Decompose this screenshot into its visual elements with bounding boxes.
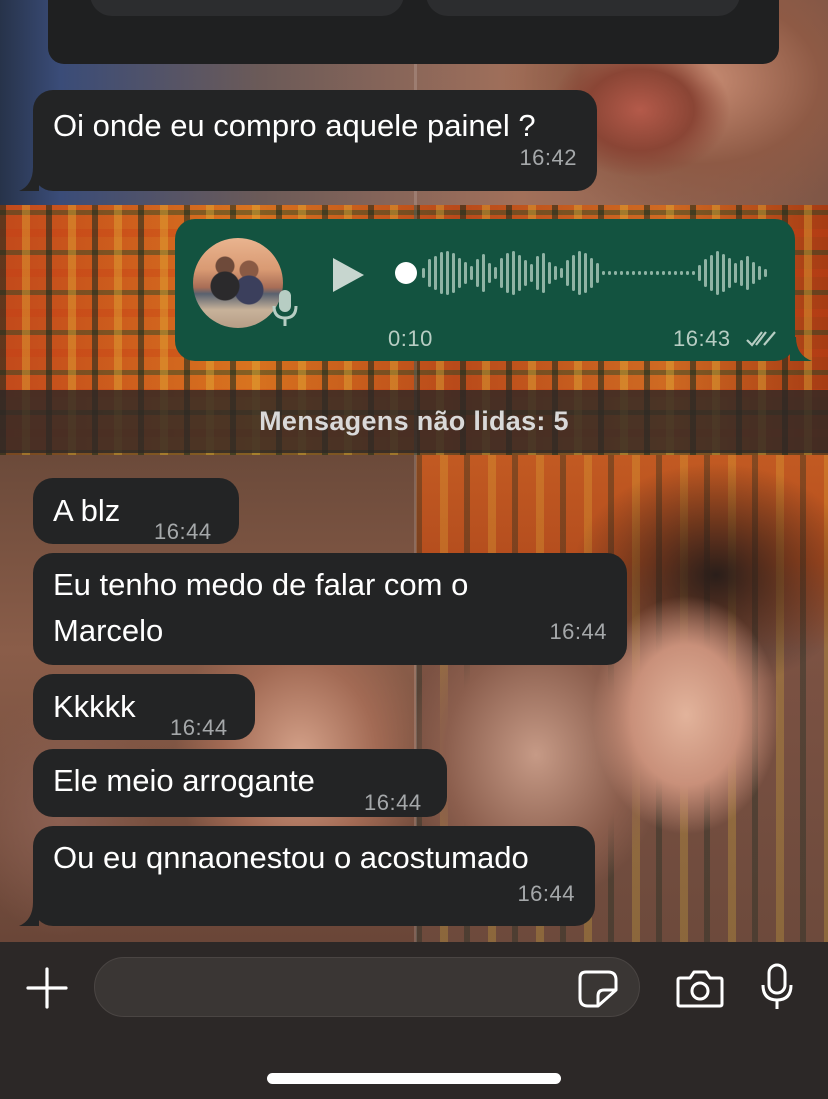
waveform-bar: [500, 258, 503, 288]
waveform-bar: [704, 259, 707, 287]
waveform-bar: [590, 258, 593, 288]
waveform-bar: [752, 262, 755, 284]
waveform-bar: [506, 253, 509, 293]
message-time: 16:44: [154, 519, 212, 544]
card-button-left[interactable]: [90, 0, 404, 16]
waveform-bar: [716, 251, 719, 295]
waveform-bar: [536, 256, 539, 290]
waveform-bar: [740, 260, 743, 286]
waveform-bar: [440, 252, 443, 294]
waveform-bar: [434, 256, 437, 290]
waveform-bar: [758, 266, 761, 280]
waveform-bar: [530, 264, 533, 282]
message-bubble-incoming[interactable]: Kkkkk 16:44: [33, 674, 255, 740]
waveform-bar: [452, 253, 455, 293]
waveform-bar: [638, 271, 641, 275]
waveform-bar: [488, 263, 491, 283]
unread-messages-banner: Mensagens não lidas: 5: [0, 390, 828, 453]
message-text: Kkkkk: [53, 689, 136, 724]
waveform-bar: [722, 254, 725, 292]
waveform-bar: [626, 271, 629, 275]
read-receipt-icon: [746, 331, 776, 347]
message-text: A blz: [53, 493, 121, 528]
waveform-bar: [470, 266, 473, 280]
waveform-bar: [746, 256, 749, 290]
voice-time: 16:43: [673, 326, 731, 351]
camera-icon[interactable]: [676, 968, 724, 1008]
waveform-bar: [494, 267, 497, 279]
message-input[interactable]: [94, 957, 640, 1017]
waveform-bar: [482, 254, 485, 292]
waveform-bar: [566, 260, 569, 286]
microphone-icon[interactable]: [760, 963, 794, 1011]
play-icon[interactable]: [330, 256, 366, 294]
message-time: 16:44: [549, 619, 607, 644]
waveform-bar: [524, 260, 527, 286]
microphone-icon: [272, 290, 298, 326]
waveform-bar: [710, 255, 713, 291]
plus-icon[interactable]: [24, 965, 70, 1011]
waveform-bar: [446, 251, 449, 295]
home-indicator[interactable]: [267, 1073, 561, 1084]
waveform-bar: [518, 255, 521, 291]
waveform-bar: [692, 271, 695, 275]
playback-position-dot[interactable]: [395, 262, 417, 284]
message-text: Ou eu qnnaonestou o acostumado: [53, 840, 529, 875]
waveform-bar: [584, 253, 587, 293]
waveform-bar: [686, 271, 689, 275]
message-time: 16:42: [519, 145, 577, 170]
message-text: Eu tenho medo de falar com o Marcelo: [53, 567, 469, 648]
waveform-bar: [548, 262, 551, 284]
waveform-bar: [542, 253, 545, 293]
waveform-bar: [644, 271, 647, 275]
voice-duration: 0:10: [388, 326, 433, 351]
message-bubble-incoming[interactable]: Ele meio arrogante 16:44: [33, 749, 447, 817]
waveform-bar: [422, 268, 425, 278]
message-time: 16:44: [170, 715, 228, 740]
message-text: Ele meio arrogante: [53, 763, 315, 798]
waveform-bar: [728, 258, 731, 288]
waveform-bar: [620, 271, 623, 275]
waveform-bar: [464, 262, 467, 284]
waveform-bar: [734, 263, 737, 283]
card-button-right[interactable]: [426, 0, 740, 16]
message-text: Oi onde eu compro aquele painel ?: [53, 108, 536, 143]
waveform-bar: [512, 251, 515, 295]
waveform-bar: [674, 271, 677, 275]
waveform-bar: [608, 271, 611, 275]
waveform-bar: [596, 263, 599, 283]
waveform-bar: [602, 271, 605, 275]
waveform-bar: [458, 258, 461, 288]
message-time: 16:44: [364, 790, 422, 815]
waveform-bar: [764, 269, 767, 277]
waveform-bar: [560, 268, 563, 278]
message-bubble-incoming[interactable]: Ou eu qnnaonestou o acostumado 16:44: [33, 826, 595, 926]
waveform-bar: [428, 259, 431, 287]
waveform-bar: [632, 271, 635, 275]
message-time: 16:44: [517, 881, 575, 906]
message-bubble-incoming[interactable]: A blz 16:44: [33, 478, 239, 544]
message-bubble-incoming[interactable]: Oi onde eu compro aquele painel ? 16:42: [33, 90, 597, 191]
waveform-bar: [578, 251, 581, 295]
waveform-bar: [662, 271, 665, 275]
message-bubble-incoming[interactable]: Eu tenho medo de falar com o Marcelo 16:…: [33, 553, 627, 665]
waveform-bar: [698, 265, 701, 281]
waveform-bar: [614, 271, 617, 275]
waveform-bar: [554, 266, 557, 280]
waveform-bar: [476, 259, 479, 287]
previous-message-card[interactable]: [48, 0, 779, 64]
waveform-bar: [668, 271, 671, 275]
audio-waveform[interactable]: [394, 245, 774, 301]
waveform-bar: [650, 271, 653, 275]
waveform-bar: [572, 255, 575, 291]
waveform-bar: [680, 271, 683, 275]
sticker-icon[interactable]: [578, 970, 618, 1008]
waveform-bar: [656, 271, 659, 275]
